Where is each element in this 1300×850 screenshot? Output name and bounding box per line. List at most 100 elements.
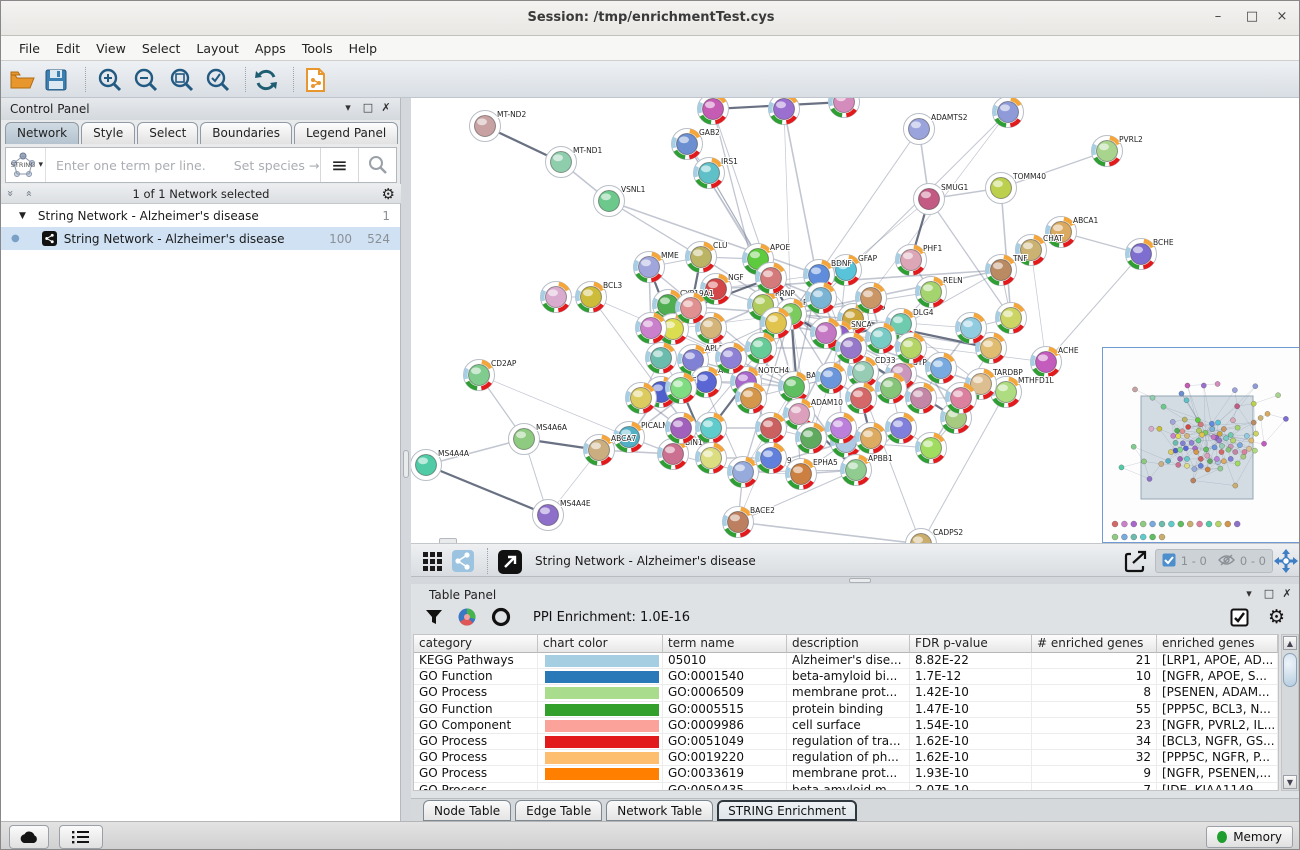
column-header[interactable]: FDR p-value bbox=[910, 635, 1032, 653]
open-file-icon[interactable] bbox=[9, 67, 35, 93]
network-node[interactable] bbox=[716, 343, 747, 374]
network-node[interactable]: EPHA5 bbox=[786, 458, 839, 490]
tab-network[interactable]: Network bbox=[5, 122, 79, 144]
string-search-bar[interactable]: STRING ▾ Enter one term per line. Set sp… bbox=[5, 147, 397, 183]
network-node[interactable] bbox=[696, 413, 727, 444]
network-node[interactable]: SMUG1 bbox=[914, 183, 969, 215]
network-node[interactable] bbox=[636, 313, 667, 344]
network-node[interactable]: MME bbox=[634, 251, 679, 283]
gear-icon[interactable]: ⚙ bbox=[1268, 606, 1285, 628]
string-share-icon[interactable] bbox=[451, 549, 475, 573]
network-node[interactable] bbox=[806, 283, 837, 314]
hidden-eye-icon[interactable] bbox=[1218, 552, 1235, 571]
panel-splitter-vertical[interactable] bbox=[401, 98, 411, 821]
column-header[interactable]: category bbox=[414, 635, 538, 653]
chart-icon[interactable] bbox=[457, 607, 477, 631]
tab-select[interactable]: Select bbox=[137, 122, 198, 144]
table-row[interactable]: GO ProcessGO:0050435beta-amyloid m...2.0… bbox=[414, 783, 1278, 792]
splitter-handle[interactable] bbox=[403, 450, 409, 478]
network-node[interactable]: BCHE bbox=[1126, 238, 1174, 270]
network-node[interactable] bbox=[696, 443, 727, 474]
gear-icon[interactable]: ⚙ bbox=[382, 185, 395, 203]
tab-edge-table[interactable]: Edge Table bbox=[515, 800, 602, 821]
network-node[interactable] bbox=[666, 413, 697, 444]
network-node[interactable]: TOMM40 bbox=[986, 172, 1047, 204]
network-node[interactable] bbox=[866, 323, 897, 354]
network-node[interactable]: CD2AP bbox=[464, 359, 517, 391]
open-in-browser-icon[interactable] bbox=[497, 549, 523, 573]
network-node[interactable] bbox=[769, 98, 800, 125]
table-row[interactable]: GO ProcessGO:0019220regulation of ph...1… bbox=[414, 750, 1278, 766]
tab-legend-panel[interactable]: Legend Panel bbox=[294, 122, 398, 144]
tab-network-table[interactable]: Network Table bbox=[606, 800, 713, 821]
network-node[interactable] bbox=[646, 343, 677, 374]
export-network-icon[interactable] bbox=[1123, 549, 1149, 573]
selected-checkbox-icon[interactable] bbox=[1162, 552, 1176, 571]
network-node[interactable] bbox=[916, 433, 947, 464]
network-node[interactable]: BACE2 bbox=[723, 506, 776, 538]
splitter-handle[interactable] bbox=[849, 578, 871, 583]
network-node[interactable]: GAB2 bbox=[672, 128, 721, 160]
panel-float-icon[interactable]: □ bbox=[1261, 587, 1277, 600]
network-node[interactable] bbox=[796, 423, 827, 454]
network-node[interactable] bbox=[993, 98, 1024, 128]
table-row[interactable]: GO ProcessGO:0033619membrane prot...1.93… bbox=[414, 766, 1278, 782]
network-node[interactable] bbox=[826, 413, 857, 444]
network-node[interactable]: ADAMTS2 bbox=[904, 113, 968, 145]
network-node[interactable] bbox=[896, 333, 927, 364]
enrichment-table[interactable]: categorychart colorterm namedescriptionF… bbox=[413, 634, 1279, 791]
network-node[interactable] bbox=[816, 363, 847, 394]
ring-chart-icon[interactable] bbox=[491, 607, 511, 631]
menu-view[interactable]: View bbox=[88, 38, 134, 59]
column-header[interactable]: # enriched genes bbox=[1032, 635, 1157, 653]
maximize-button[interactable]: □ bbox=[1241, 9, 1263, 27]
network-from-file-icon[interactable] bbox=[301, 67, 327, 93]
table-row[interactable]: KEGG Pathways05010Alzheimer's dise...8.8… bbox=[414, 653, 1278, 669]
pan-tool-icon[interactable] bbox=[1273, 548, 1299, 572]
panel-close-icon[interactable]: ✗ bbox=[378, 101, 394, 114]
network-node[interactable] bbox=[736, 383, 767, 414]
panel-float-icon[interactable]: □ bbox=[360, 101, 376, 114]
network-node[interactable] bbox=[836, 333, 867, 364]
memory-button[interactable]: Memory bbox=[1206, 826, 1293, 848]
network-node[interactable] bbox=[829, 98, 860, 118]
network-node[interactable]: PVRL2 bbox=[1092, 135, 1144, 167]
string-search-icon[interactable] bbox=[358, 148, 396, 182]
network-node[interactable] bbox=[926, 353, 957, 384]
panel-menu-icon[interactable]: ▾ bbox=[340, 101, 356, 114]
network-node[interactable]: ACHE bbox=[1031, 346, 1079, 378]
menu-apps[interactable]: Apps bbox=[247, 38, 294, 59]
network-node[interactable] bbox=[698, 98, 729, 125]
select-all-checkbox-icon[interactable] bbox=[1230, 608, 1249, 631]
network-node[interactable]: MTHFD1L bbox=[991, 376, 1055, 408]
network-node[interactable] bbox=[756, 413, 787, 444]
tab-boundaries[interactable]: Boundaries bbox=[200, 122, 292, 144]
network-node[interactable]: RELN bbox=[916, 276, 963, 308]
birds-eye-graph[interactable] bbox=[1103, 348, 1300, 542]
column-header[interactable]: description bbox=[787, 635, 910, 653]
network-node[interactable]: PHF1 bbox=[896, 244, 943, 276]
network-node[interactable] bbox=[756, 263, 787, 294]
panel-close-icon[interactable]: ✗ bbox=[1279, 587, 1295, 600]
set-species-label[interactable]: Set species → bbox=[234, 158, 320, 173]
menu-help[interactable]: Help bbox=[341, 38, 386, 59]
table-row[interactable]: GO FunctionGO:0005515protein binding1.47… bbox=[414, 702, 1278, 718]
string-options-icon[interactable]: ≡ bbox=[320, 148, 358, 182]
tab-style[interactable]: Style bbox=[81, 122, 135, 144]
network-node[interactable] bbox=[996, 303, 1027, 334]
string-search-placeholder[interactable]: Enter one term per line. bbox=[56, 158, 206, 173]
refresh-icon[interactable] bbox=[253, 67, 279, 93]
birds-eye-view[interactable] bbox=[1102, 347, 1300, 543]
scroll-up-icon[interactable]: ▲ bbox=[1283, 636, 1297, 650]
grid-view-icon[interactable] bbox=[421, 549, 445, 573]
network-node[interactable] bbox=[666, 373, 697, 404]
network-node[interactable] bbox=[746, 333, 777, 364]
table-row[interactable]: GO ComponentGO:0009986cell surface1.54E-… bbox=[414, 718, 1278, 734]
task-list-button[interactable] bbox=[59, 825, 103, 849]
network-node[interactable] bbox=[676, 293, 707, 324]
column-header[interactable]: enriched genes bbox=[1157, 635, 1278, 653]
cloud-button[interactable] bbox=[9, 825, 49, 849]
network-node[interactable]: APBB1 bbox=[841, 454, 893, 486]
chevron-down-icon[interactable]: ▾ bbox=[38, 160, 43, 170]
close-button[interactable]: × bbox=[1271, 9, 1293, 27]
